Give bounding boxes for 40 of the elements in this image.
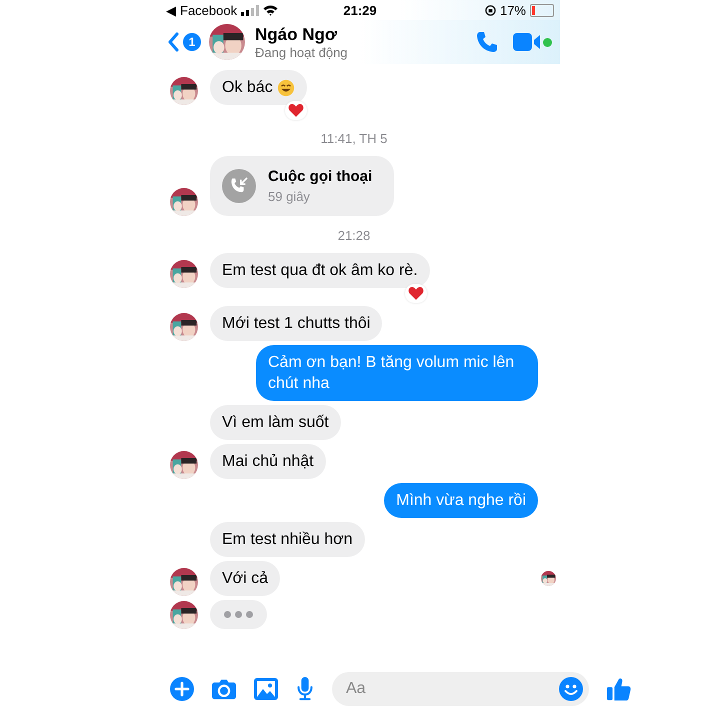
back-app-label[interactable]: Facebook bbox=[180, 2, 238, 18]
received-message: Mai chủ nhật bbox=[210, 444, 326, 479]
unread-count-badge[interactable]: 1 bbox=[183, 33, 201, 51]
thumbs-up-icon[interactable] bbox=[607, 677, 631, 701]
timestamp: 11:41, TH 5 bbox=[320, 131, 388, 146]
received-message: Vì em làm suốt bbox=[210, 405, 341, 440]
sent-message: Cảm ơn bạn! B tăng volum mic lên chút nha bbox=[256, 345, 538, 401]
call-card[interactable]: Cuộc gọi thoại 59 giây bbox=[210, 156, 394, 216]
call-title: Cuộc gọi thoại bbox=[268, 168, 372, 185]
received-message: Với cả bbox=[210, 561, 280, 596]
timestamp: 21:28 bbox=[336, 228, 372, 243]
active-status: Đang hoạt động bbox=[255, 44, 349, 60]
heart-reaction-icon[interactable] bbox=[285, 101, 307, 120]
image-icon[interactable] bbox=[254, 677, 278, 701]
smiling-emoji-icon bbox=[276, 78, 295, 96]
rotation-lock-icon bbox=[484, 4, 496, 16]
phone-call-icon[interactable] bbox=[475, 30, 499, 54]
sent-message: Mình vừa nghe rồi bbox=[384, 483, 538, 518]
received-message: Ok bác bbox=[210, 70, 307, 105]
camera-icon[interactable] bbox=[212, 677, 236, 701]
battery-percent: 17% bbox=[500, 2, 526, 18]
message-input-field[interactable]: Aa bbox=[332, 672, 589, 706]
video-call-icon[interactable] bbox=[513, 32, 541, 52]
heart-reaction-icon[interactable] bbox=[405, 284, 427, 303]
received-message: Mới test 1 chutts thôi bbox=[210, 306, 382, 341]
clock: 21:29 bbox=[343, 2, 377, 18]
plus-icon[interactable] bbox=[170, 677, 194, 701]
battery-icon bbox=[530, 4, 554, 16]
microphone-icon[interactable] bbox=[296, 677, 314, 701]
back-arrow-glyph[interactable]: ◀ bbox=[166, 2, 176, 18]
received-message: Em test qua đt ok âm ko rè. bbox=[210, 253, 430, 288]
contact-name: Ngáo Ngơ bbox=[255, 24, 338, 44]
incoming-call-icon bbox=[222, 169, 256, 203]
call-duration: 59 giây bbox=[268, 189, 311, 204]
smiley-icon[interactable] bbox=[559, 677, 583, 701]
received-message: Em test nhiều hơn bbox=[210, 522, 365, 557]
typing-indicator bbox=[210, 600, 267, 629]
wifi-icon bbox=[263, 4, 278, 16]
back-chevron-icon[interactable] bbox=[168, 32, 179, 52]
signal-icon bbox=[241, 4, 260, 16]
